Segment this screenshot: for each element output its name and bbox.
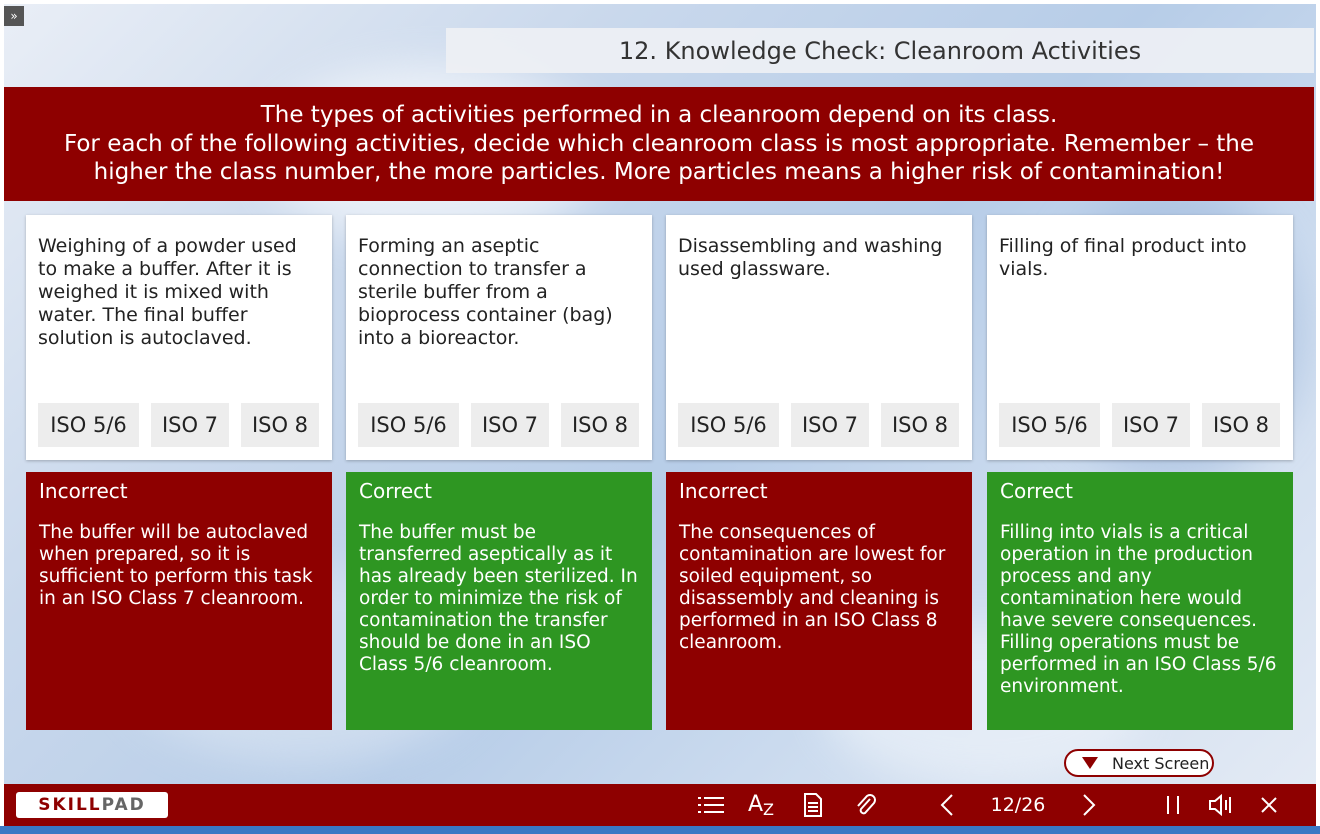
player-footer: SKILL PAD AZ 12/26	[4, 784, 1316, 826]
feedback-text: The consequences of contamination are lo…	[679, 522, 946, 653]
option-iso-8[interactable]: ISO 8	[561, 403, 639, 447]
option-iso-8[interactable]: ISO 8	[241, 403, 319, 447]
option-iso-5-6[interactable]: ISO 5/6	[999, 403, 1100, 447]
option-iso-5-6[interactable]: ISO 5/6	[358, 403, 459, 447]
option-iso-8[interactable]: ISO 8	[1202, 403, 1280, 447]
menu-list-icon[interactable]	[694, 792, 728, 818]
option-iso-5-6[interactable]: ISO 5/6	[678, 403, 779, 447]
feedback-result: Correct	[1000, 479, 1073, 503]
activity-text: Forming an aseptic connection to transfe…	[358, 235, 613, 349]
instructions-banner: The types of activities performed in a c…	[4, 87, 1314, 201]
page-counter: 12/26	[990, 794, 1046, 816]
feedback-text: Filling into vials is a critical operati…	[1000, 522, 1277, 697]
down-triangle-icon	[1082, 757, 1098, 769]
document-icon[interactable]	[798, 792, 828, 818]
instructions-line: higher the class number, the more partic…	[93, 159, 1225, 186]
activity-text: Weighing of a powder used to make a buff…	[38, 235, 297, 349]
feedback-panel-incorrect: Incorrect The consequences of contaminat…	[666, 472, 972, 730]
activity-text: Disassembling and washing used glassware…	[678, 235, 943, 280]
attachment-icon[interactable]	[850, 792, 880, 818]
next-icon[interactable]	[1074, 792, 1104, 818]
feedback-result: Incorrect	[679, 479, 768, 503]
option-iso-8[interactable]: ISO 8	[881, 403, 959, 447]
option-iso-7[interactable]: ISO 7	[1112, 403, 1190, 447]
expand-icon[interactable]: »	[4, 6, 24, 26]
close-icon[interactable]	[1254, 792, 1284, 818]
activity-card-1: Weighing of a powder used to make a buff…	[26, 215, 332, 460]
feedback-result: Incorrect	[39, 479, 128, 503]
page-title-bar: 12. Knowledge Check: Cleanroom Activitie…	[446, 28, 1314, 73]
audio-icon[interactable]	[1204, 792, 1238, 818]
logo-text-pad: PAD	[101, 795, 146, 815]
glossary-icon[interactable]: AZ	[744, 792, 778, 819]
option-iso-7[interactable]: ISO 7	[791, 403, 869, 447]
next-screen-label: Next Screen	[1112, 753, 1210, 773]
feedback-panel-incorrect: Incorrect The buffer will be autoclaved …	[26, 472, 332, 730]
activity-card-2: Forming an aseptic connection to transfe…	[346, 215, 652, 460]
previous-icon[interactable]	[932, 792, 962, 818]
feedback-panel-correct: Correct The buffer must be transferred a…	[346, 472, 652, 730]
activity-card-4: Filling of final product into vials. ISO…	[987, 215, 1293, 460]
feedback-text: The buffer must be transferred aseptical…	[359, 522, 638, 675]
option-iso-7[interactable]: ISO 7	[471, 403, 549, 447]
skillpad-logo: SKILL PAD	[16, 792, 168, 818]
activity-card-3: Disassembling and washing used glassware…	[666, 215, 972, 460]
next-screen-button[interactable]: Next Screen	[1064, 749, 1214, 777]
window-bottom-edge	[0, 826, 1320, 834]
page-title: 12. Knowledge Check: Cleanroom Activitie…	[618, 36, 1142, 65]
activity-text: Filling of final product into vials.	[999, 235, 1247, 280]
feedback-panel-correct: Correct Filling into vials is a critical…	[987, 472, 1293, 730]
feedback-result: Correct	[359, 479, 432, 503]
option-iso-7[interactable]: ISO 7	[151, 403, 229, 447]
pause-icon[interactable]	[1158, 792, 1188, 818]
feedback-text: The buffer will be autoclaved when prepa…	[39, 522, 313, 609]
option-iso-5-6[interactable]: ISO 5/6	[38, 403, 139, 447]
instructions-line: For each of the following activities, de…	[63, 130, 1255, 157]
instructions-line: The types of activities performed in a c…	[260, 102, 1058, 129]
logo-text-skill: SKILL	[38, 795, 102, 815]
